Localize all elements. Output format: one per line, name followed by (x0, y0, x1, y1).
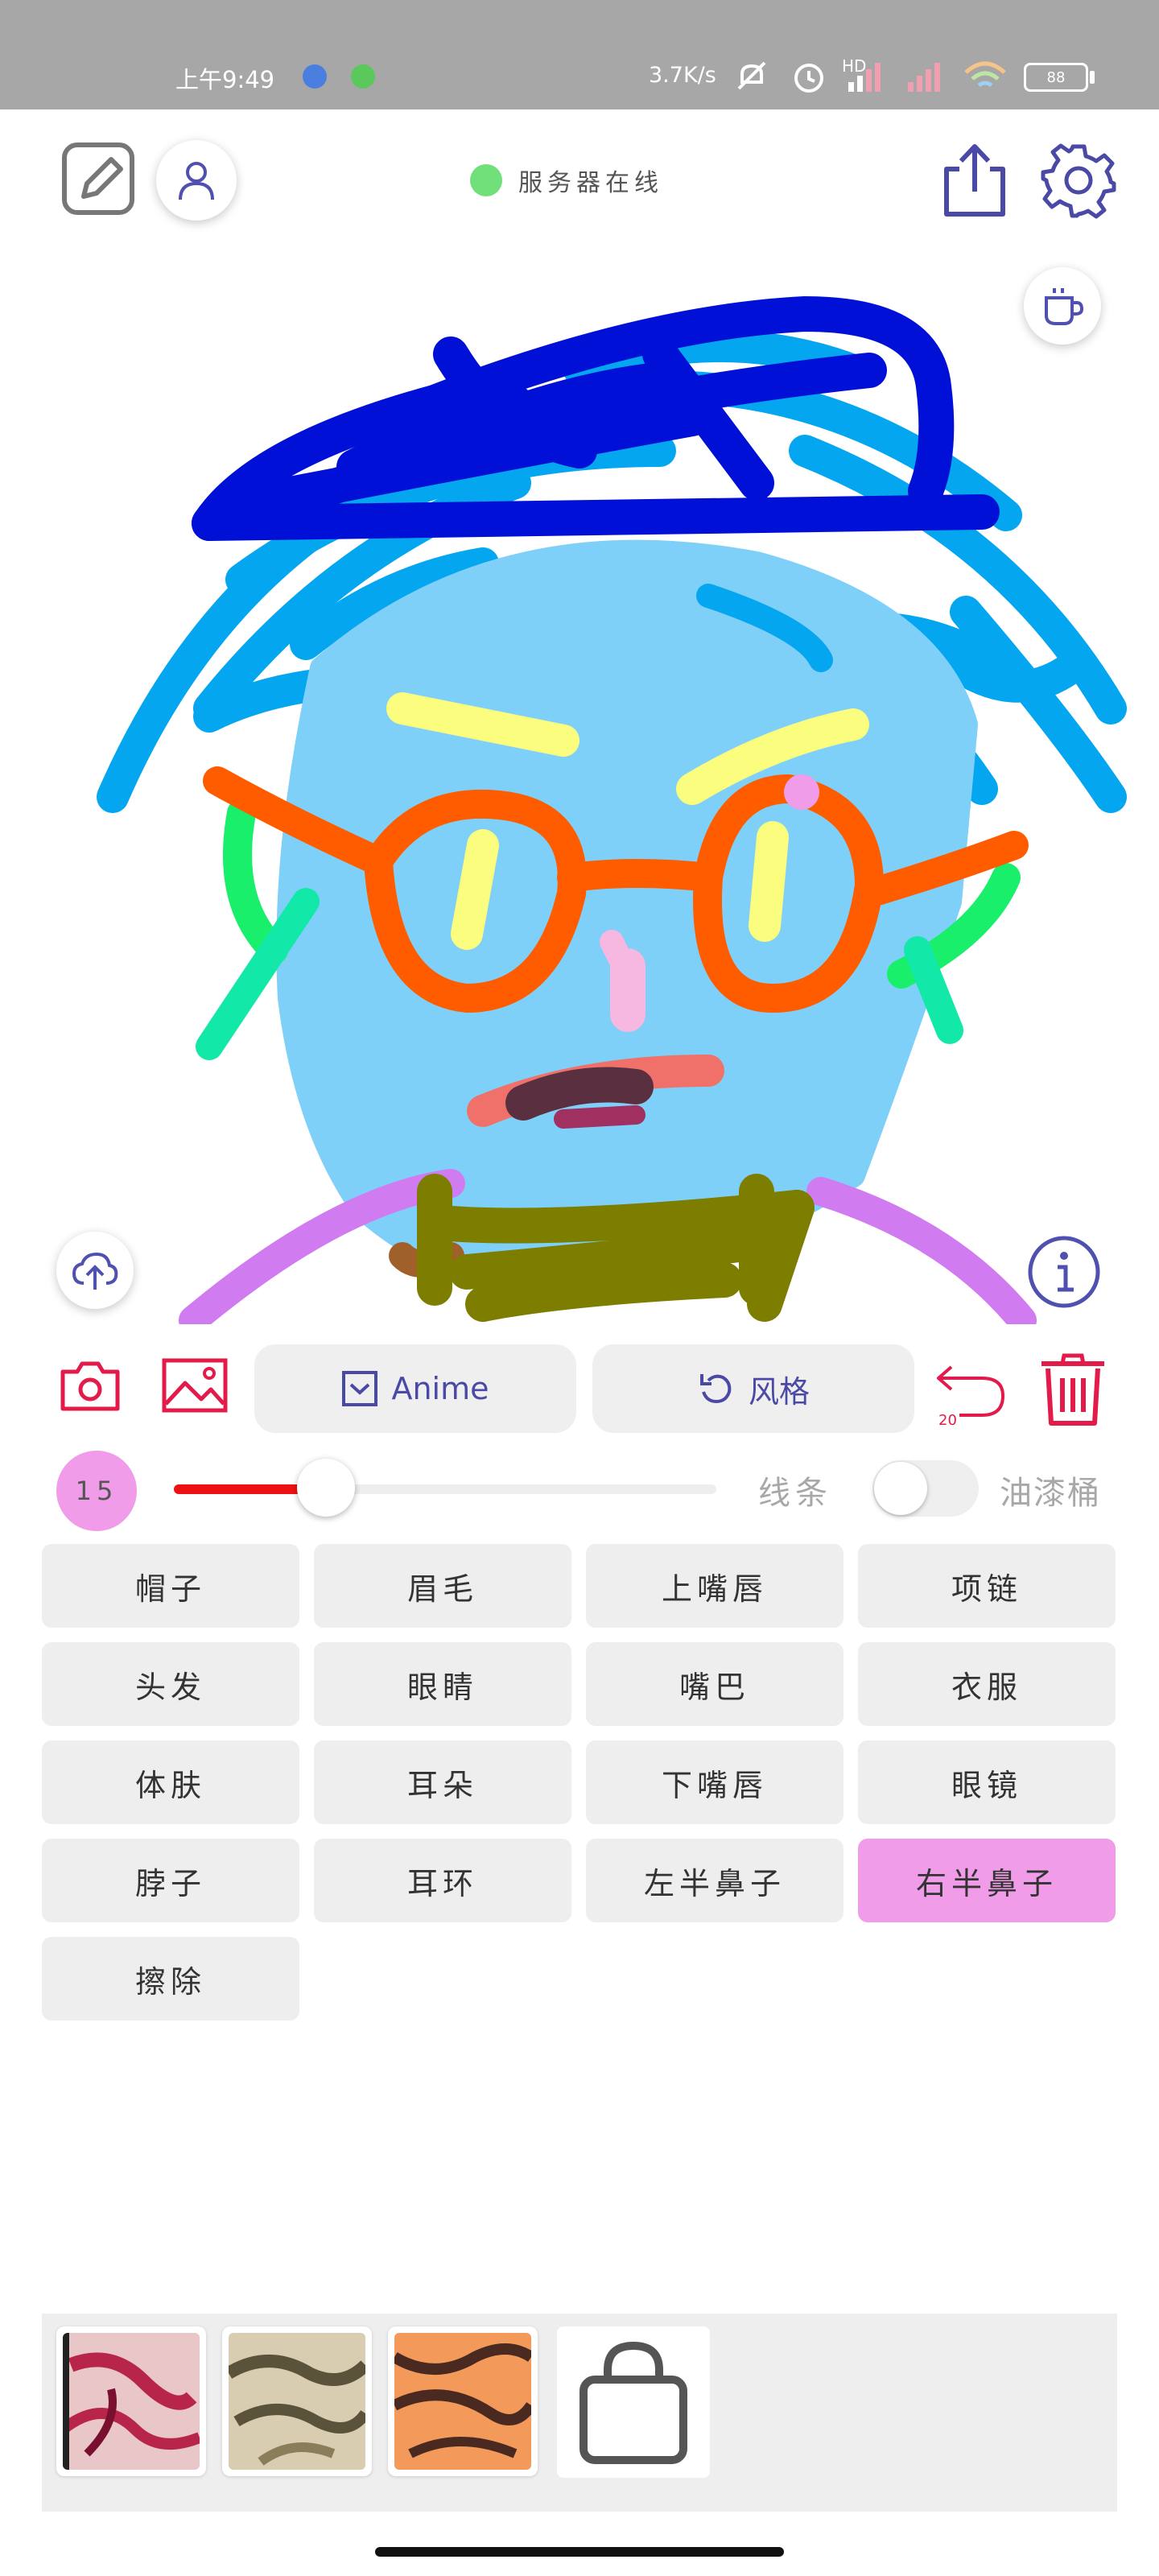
battery-icon: 88 (1024, 63, 1088, 92)
app-screen: 上午9:49 3.7K/s HD 88 服务器在线 Anime 风格 20 15… (0, 0, 1159, 2576)
part-button[interactable]: 左半鼻子 (586, 1839, 843, 1922)
toggle-knob (874, 1462, 927, 1515)
network-speed: 3.7K/s (649, 63, 716, 88)
anime-label: Anime (391, 1371, 489, 1406)
tool-row: Anime 风格 20 (0, 1336, 1159, 1433)
mode-bucket-label: 油漆桶 (1000, 1475, 1101, 1512)
style-preview-image (229, 2333, 365, 2470)
style-preview-image (394, 2333, 531, 2470)
undo-button[interactable]: 20 (934, 1357, 1008, 1429)
style-thumbnail-1[interactable] (56, 2326, 206, 2476)
camera-icon (60, 1361, 120, 1411)
mode-lines-label: 线条 (758, 1475, 832, 1512)
status-bar: 上午9:49 3.7K/s HD 88 (0, 0, 1159, 109)
part-button[interactable]: 下嘴唇 (586, 1740, 843, 1824)
bucket-toggle[interactable] (872, 1460, 979, 1517)
brush-size-badge: 15 (56, 1451, 137, 1531)
style-preview-image (63, 2333, 200, 2470)
shopping-bag-icon (580, 2341, 687, 2464)
shop-button[interactable] (557, 2326, 710, 2478)
refresh-icon (699, 1374, 732, 1404)
style-thumbnail-3[interactable] (388, 2326, 538, 2476)
server-status: 服务器在线 (470, 161, 663, 200)
slider-thumb[interactable] (296, 1459, 355, 1517)
part-button[interactable]: 帽子 (42, 1544, 299, 1628)
part-button[interactable]: 项链 (858, 1544, 1116, 1628)
status-time: 上午9:49 (175, 66, 275, 93)
clear-button[interactable] (1037, 1352, 1109, 1430)
part-button[interactable]: 体肤 (42, 1740, 299, 1824)
server-status-dot (470, 164, 502, 196)
settings-button[interactable] (1040, 142, 1117, 222)
alarm-icon (794, 64, 823, 93)
user-button[interactable] (156, 140, 237, 221)
part-button[interactable]: 眼睛 (314, 1642, 571, 1726)
part-grid: 帽子 眉毛 上嘴唇 项链 头发 眼睛 嘴巴 衣服 体肤 耳朵 下嘴唇 眼镜 脖子… (42, 1544, 1116, 2021)
part-button[interactable]: 上嘴唇 (586, 1544, 843, 1628)
coffee-cup-icon (1045, 288, 1084, 325)
part-button[interactable]: 右半鼻子 (858, 1839, 1116, 1922)
part-button[interactable]: 耳环 (314, 1839, 571, 1922)
style-strip (42, 2314, 1117, 2512)
part-button[interactable]: 脖子 (42, 1839, 299, 1922)
share-icon (944, 144, 1005, 217)
signal-2-icon (908, 63, 940, 92)
sketch-drawing (97, 296, 1127, 1324)
checkbox-icon (342, 1371, 378, 1406)
part-button[interactable]: 头发 (42, 1642, 299, 1726)
battery-level: 88 (1046, 68, 1066, 86)
part-button[interactable]: 衣服 (858, 1642, 1116, 1726)
undo-count: 20 (938, 1412, 957, 1429)
image-icon (162, 1358, 228, 1413)
info-button[interactable] (1027, 1235, 1101, 1312)
user-icon (179, 162, 214, 200)
notification-app-icon (303, 64, 327, 89)
brush-size-slider[interactable] (174, 1484, 716, 1494)
style-thumbnail-2[interactable] (222, 2326, 372, 2476)
edit-button[interactable] (60, 140, 137, 221)
camera-button[interactable] (60, 1359, 121, 1415)
part-button[interactable]: 眼镜 (858, 1740, 1116, 1824)
cloud-upload-icon (72, 1252, 118, 1290)
part-button[interactable]: 耳朵 (314, 1740, 571, 1824)
part-button[interactable]: 嘴巴 (586, 1642, 843, 1726)
brush-size-value: 15 (75, 1476, 118, 1506)
upload-button[interactable] (56, 1232, 134, 1309)
part-button[interactable]: 擦除 (42, 1937, 299, 2021)
info-icon (1028, 1236, 1100, 1308)
wifi-icon (964, 61, 1006, 88)
anime-button[interactable]: Anime (254, 1344, 576, 1433)
edit-square-icon (62, 142, 134, 215)
gear-icon (1041, 143, 1116, 219)
gallery-button[interactable] (161, 1357, 229, 1417)
mute-icon (737, 61, 766, 90)
drawing-canvas[interactable] (0, 242, 1159, 1324)
home-indicator[interactable] (375, 2547, 784, 2557)
style-label: 风格 (748, 1373, 810, 1410)
wechat-icon (351, 64, 375, 89)
signal-icon (848, 63, 881, 92)
coffee-button[interactable] (1024, 267, 1101, 345)
trash-icon (1041, 1353, 1104, 1426)
battery-tip (1090, 71, 1095, 84)
part-button[interactable]: 眉毛 (314, 1544, 571, 1628)
server-status-text: 服务器在线 (518, 169, 663, 197)
style-button[interactable]: 风格 (592, 1344, 914, 1433)
share-button[interactable] (938, 142, 1011, 222)
